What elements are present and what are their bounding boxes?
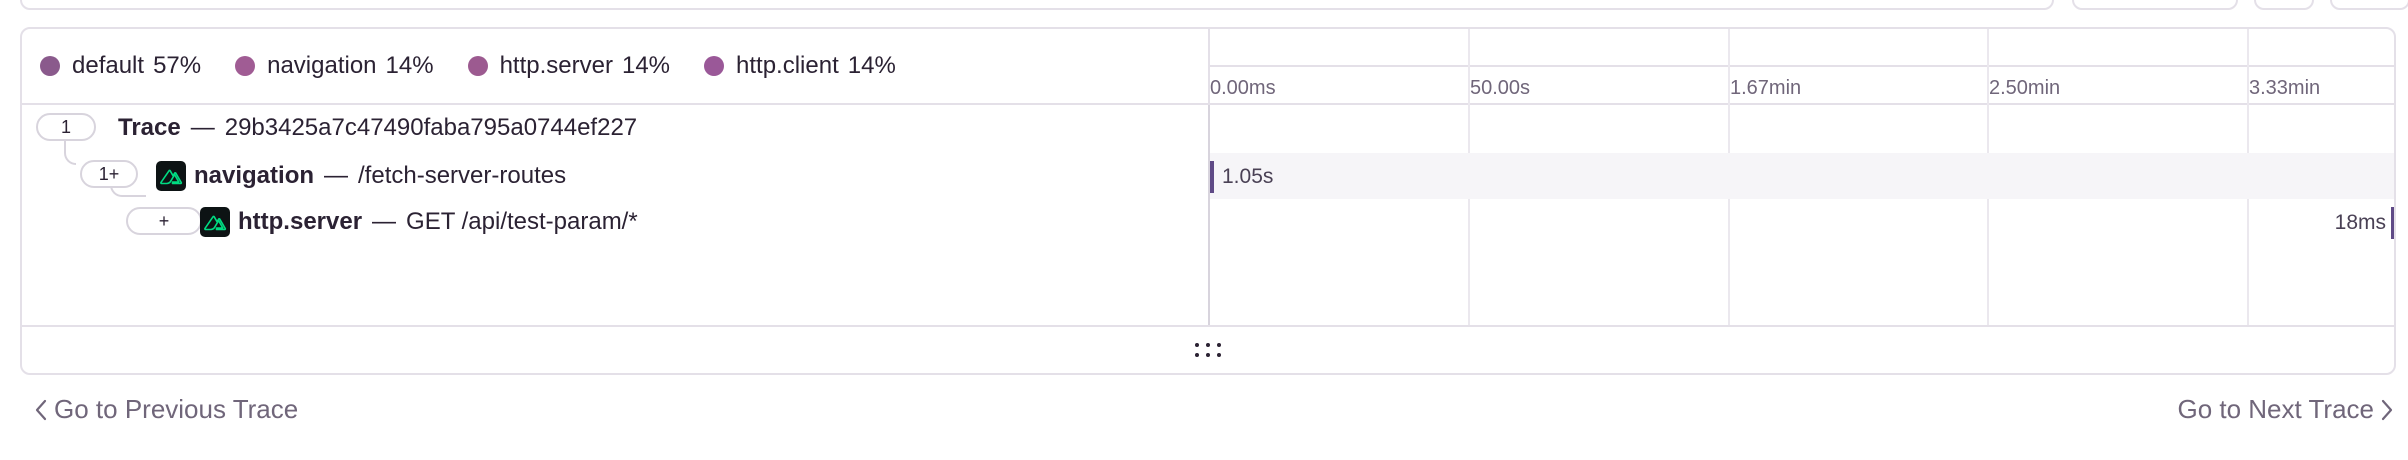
tick-label: 0.00ms [1210, 77, 1276, 99]
legend-item-http-client[interactable]: http.client 14% [704, 52, 896, 80]
chevron-right-icon [2381, 399, 2393, 420]
legend-label: http.client [736, 52, 839, 79]
span-op: http.server [238, 208, 363, 235]
legend-percent: 14% [847, 52, 896, 79]
next-trace-label: Go to Next Trace [2177, 394, 2374, 424]
span-description: GET /api/test-param/* [406, 208, 638, 235]
span-op: navigation [194, 162, 315, 189]
separator: — [190, 114, 215, 141]
span-row-navigation[interactable]: navigation — /fetch-server-routes [156, 153, 566, 199]
chevron-left-icon [35, 399, 47, 420]
tick-label: 50.00s [1470, 77, 1531, 99]
legend-item-default[interactable]: default 57% [40, 52, 201, 80]
resize-bar [22, 325, 2394, 373]
tick-label: 3.33min [2249, 77, 2321, 99]
previous-trace-link[interactable]: Go to Previous Trace [34, 394, 298, 425]
legend-label: default [72, 52, 145, 79]
legend-dot [235, 56, 256, 76]
dropdown-fragment[interactable] [2072, 0, 2238, 10]
legend-label: navigation [267, 52, 377, 79]
separator: — [372, 208, 397, 235]
span-duration: 18ms [2334, 211, 2386, 234]
timeline-row-http-server[interactable]: 18ms [1210, 199, 2394, 245]
trace-title: Trace [118, 114, 181, 141]
legend-item-navigation[interactable]: navigation 14% [235, 52, 434, 80]
nuxt-icon [156, 161, 186, 191]
trace-id: 29b3425a7c47490faba795a0744ef227 [224, 114, 638, 141]
separator: — [324, 162, 349, 189]
legend-percent: 14% [621, 52, 671, 79]
legend-label: http.server [499, 52, 613, 79]
child-count-toggle[interactable]: 1+ [80, 160, 138, 188]
tick-label: 2.50min [1989, 77, 2061, 99]
top-controls-fragment [0, 0, 2408, 14]
legend-percent: 57% [153, 52, 202, 79]
button-fragment[interactable] [2254, 0, 2314, 10]
legend-percent: 14% [385, 52, 434, 79]
operation-legend: default 57% navigation 14% http.server 1… [22, 29, 1208, 105]
tick-label: 1.67min [1730, 77, 1802, 99]
legend-dot [704, 56, 725, 76]
button-fragment-2[interactable] [2330, 0, 2408, 10]
span-bar[interactable] [1210, 161, 1214, 193]
span-description: /fetch-server-routes [358, 162, 567, 189]
timeline-body: 1.05s 18ms [1208, 29, 2394, 327]
span-bar[interactable] [2391, 207, 2394, 239]
span-row-http-server[interactable]: http.server — GET /api/test-param/* [200, 199, 638, 245]
legend-item-http-server[interactable]: http.server 14% [467, 52, 671, 80]
child-count-toggle[interactable]: + [126, 207, 202, 235]
timeline-row-navigation[interactable]: 1.05s [1210, 153, 2394, 199]
child-count-toggle[interactable]: 1 [36, 113, 96, 141]
span-duration: 1.05s [1222, 165, 1274, 188]
nuxt-icon [200, 207, 230, 237]
span-tree: 1 Trace — 29b3425a7c47490faba795a0744ef2… [22, 105, 1208, 325]
legend-dot [40, 56, 60, 76]
search-bar-fragment[interactable] [20, 0, 2054, 10]
timeline-header: 0.00ms 50.00s 1.67min 2.50min 3.33min [1208, 29, 2394, 105]
trace-panel: default 57% navigation 14% http.server 1… [20, 27, 2396, 375]
next-trace-link[interactable]: Go to Next Trace [2177, 394, 2394, 425]
legend-dot [467, 56, 488, 76]
previous-trace-label: Go to Previous Trace [54, 394, 299, 424]
timeline-header-divider [1210, 65, 2394, 67]
trace-row[interactable]: Trace — 29b3425a7c47490faba795a0744ef227 [118, 105, 637, 151]
drag-handle-icon[interactable] [1193, 340, 1223, 360]
